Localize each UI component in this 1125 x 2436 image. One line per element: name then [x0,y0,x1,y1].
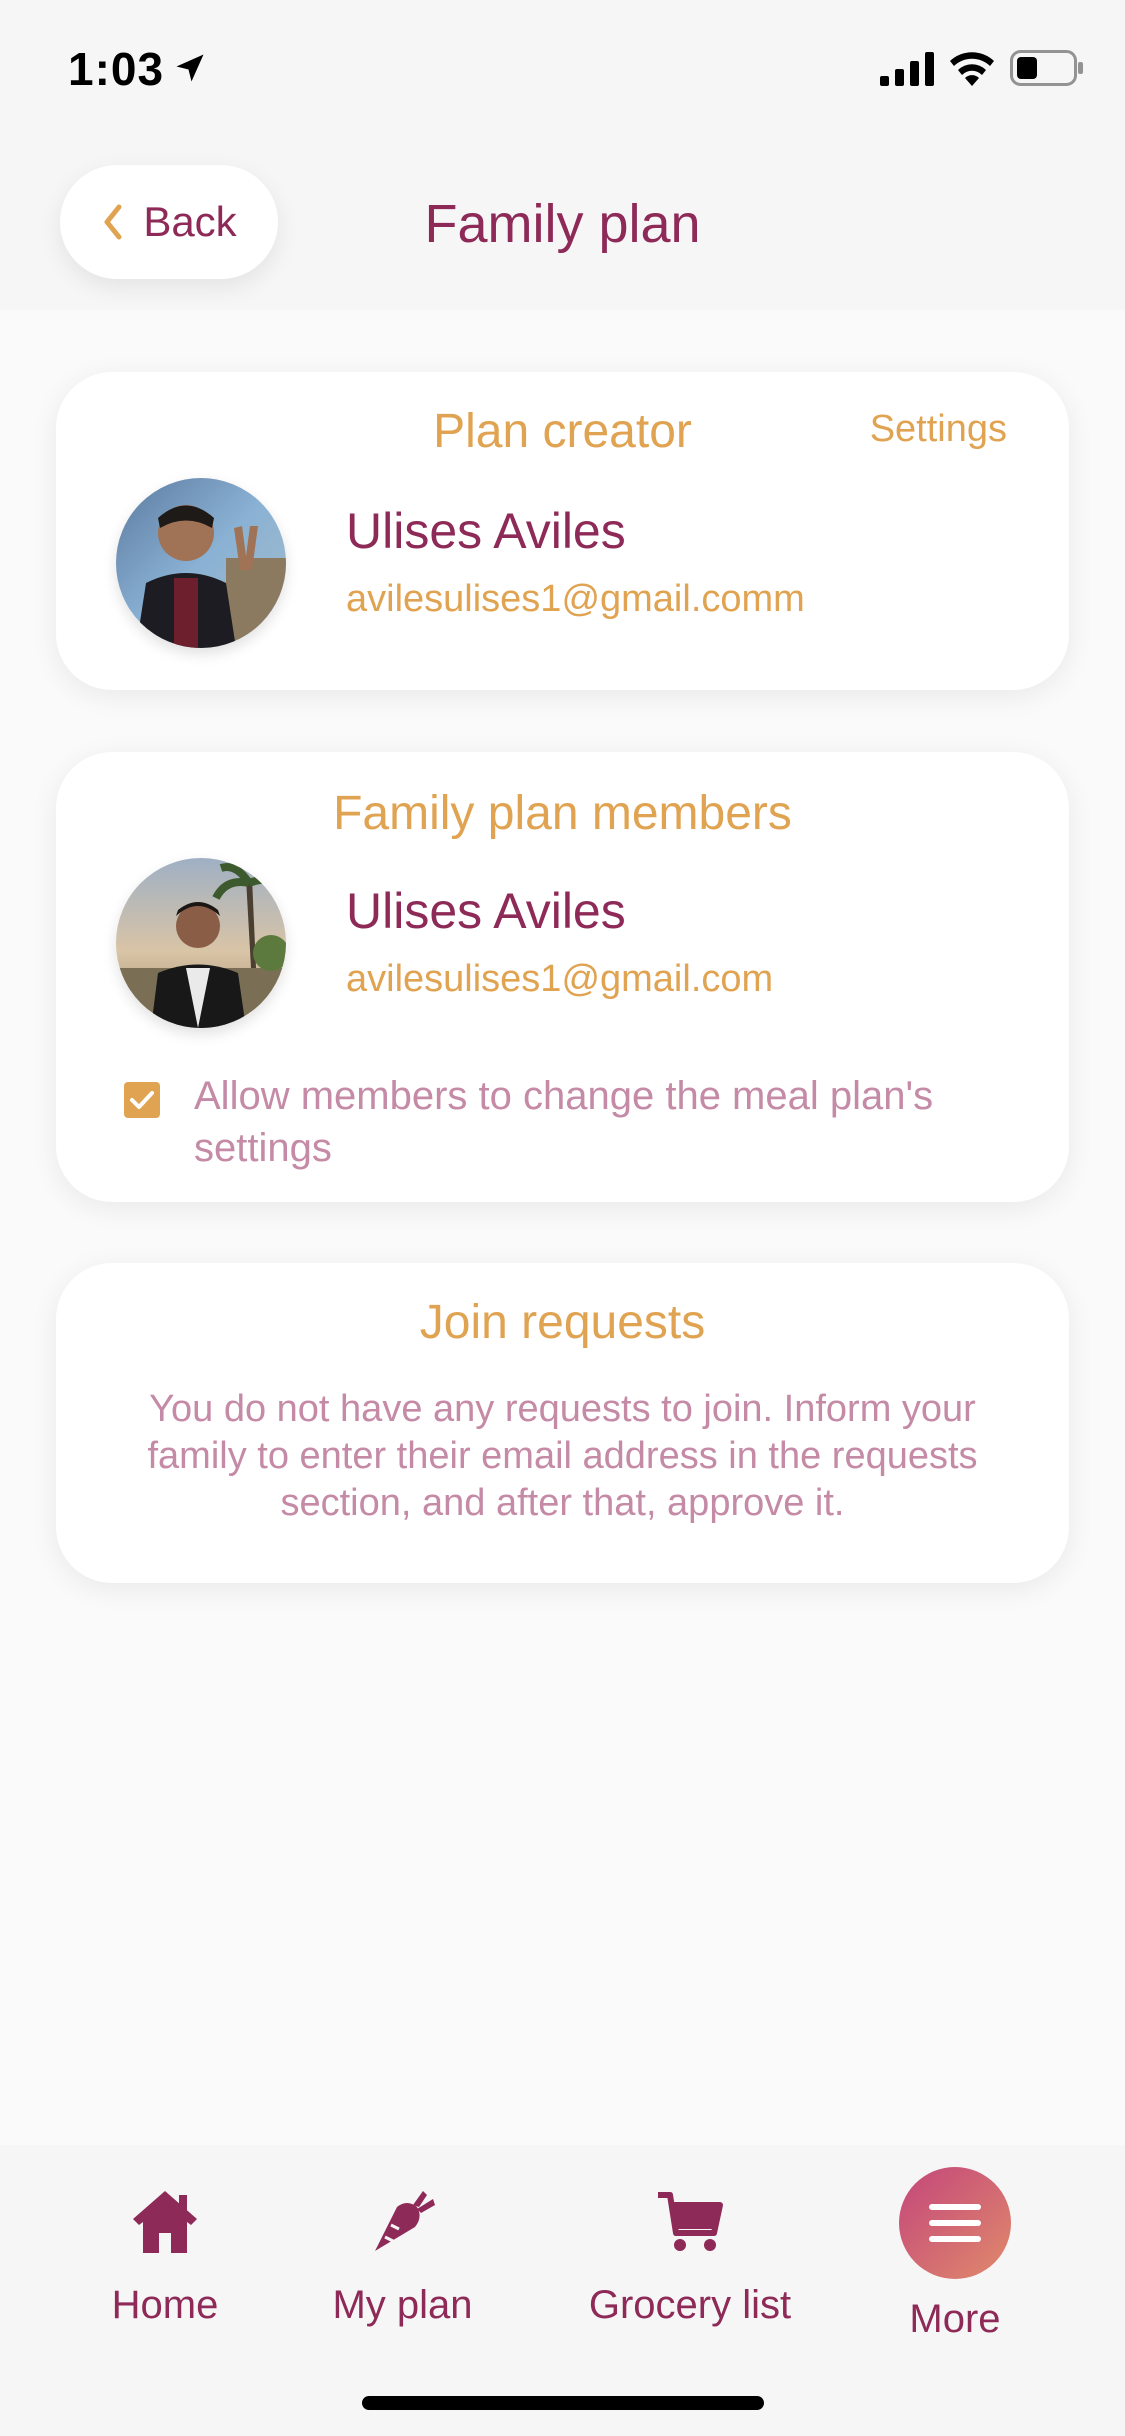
creator-email: avilesulises1@gmail.comm [346,578,805,620]
battery-icon [1010,50,1083,86]
nav-my-plan[interactable]: My plan [310,2185,495,2328]
more-button[interactable] [899,2167,1011,2279]
nav-grocery-list[interactable]: Grocery list [570,2185,810,2328]
checkmark-icon [130,1091,154,1109]
join-requests-message: You do not have any requests to join. In… [147,1388,978,1524]
page-title: Family plan [424,194,701,254]
family-members-card: Family plan members Ulises Aviles aviles… [56,752,1069,1202]
nav-home[interactable]: Home [95,2185,235,2328]
family-members-title: Family plan members [333,787,792,840]
join-requests-card: Join requests You do not have any reques… [56,1263,1069,1583]
nav-more-label: More [909,2297,1001,2341]
allow-members-label[interactable]: Allow members to change the meal plan's … [194,1070,1034,1174]
home-indicator [362,2396,764,2410]
menu-icon [929,2204,981,2242]
home-icon [133,2191,197,2253]
creator-name: Ulises Aviles [346,503,626,559]
avatar-photo [116,478,286,648]
nav-grocery-list-label: Grocery list [588,2283,792,2327]
status-bar: 1:03 [0,0,1125,135]
avatar[interactable] [116,858,286,1028]
join-requests-title: Join requests [419,1296,706,1349]
carrot-icon [374,2191,435,2251]
settings-link[interactable]: Settings [870,408,1007,451]
wifi-icon [950,52,994,86]
location-arrow-icon [176,54,204,82]
avatar[interactable] [116,478,286,648]
nav-home-label: Home [111,2283,219,2327]
allow-members-checkbox[interactable] [124,1082,160,1118]
nav-more[interactable]: More [880,2167,1030,2342]
cellular-signal-icon [880,52,934,86]
plan-creator-card: Plan creator Settings Ulises Aviles avil… [56,372,1069,690]
avatar-photo [116,858,286,1028]
member-name: Ulises Aviles [346,883,626,939]
cart-icon [658,2192,723,2251]
status-time: 1:03 [68,43,165,95]
header: Back Family plan [0,135,1125,310]
bottom-nav: Home My plan Grocery list More [0,2145,1125,2436]
member-email: avilesulises1@gmail.com [346,958,774,1000]
nav-my-plan-label: My plan [332,2283,473,2327]
